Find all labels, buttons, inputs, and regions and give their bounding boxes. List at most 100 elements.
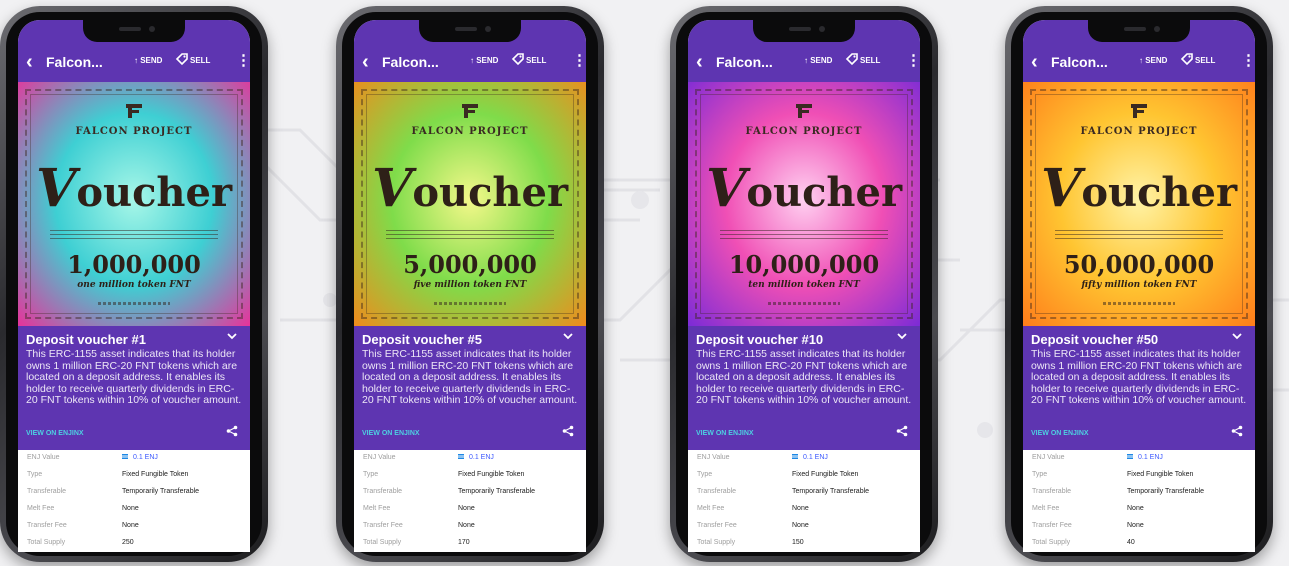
detail-label: Transferable — [697, 488, 737, 495]
voucher-fine-print — [50, 230, 218, 242]
camera — [1154, 26, 1160, 32]
token-info-panel: Deposit voucher #10 This ERC-1155 asset … — [688, 326, 920, 450]
app-title: Falcon... — [46, 54, 103, 70]
detail-label: Transfer Fee — [697, 522, 737, 529]
enj-coin-icon — [458, 454, 464, 459]
price-tag-icon[interactable] — [1180, 52, 1194, 66]
send-button[interactable]: ↑ SEND — [804, 56, 832, 65]
detail-row-enj-value: ENJ Value 0.1 ENJ — [18, 450, 250, 468]
voucher-word-rest: oucher — [1081, 169, 1238, 216]
voucher-word-initial: V — [705, 158, 747, 219]
detail-value: None — [458, 505, 475, 512]
voucher-footer — [434, 302, 506, 305]
detail-value: Fixed Fungible Token — [1127, 471, 1194, 478]
detail-row-transfer-fee: Transfer Fee None — [688, 518, 920, 536]
sell-button[interactable]: SELL — [860, 56, 880, 65]
speaker — [455, 27, 477, 31]
share-icon[interactable] — [896, 425, 908, 437]
send-button[interactable]: ↑ SEND — [1139, 56, 1167, 65]
price-tag-icon[interactable] — [511, 52, 525, 66]
token-details: ENJ Value 0.1 ENJ Type Fixed Fungible To… — [688, 450, 920, 552]
enj-value-text: 0.1 ENJ — [1138, 454, 1163, 461]
more-vertical-icon[interactable]: ⋮ — [906, 51, 920, 69]
detail-row-total-supply: Total Supply 150 — [688, 535, 920, 552]
detail-label: Total Supply — [697, 539, 736, 546]
voucher-amount: 50,000,000 — [1063, 250, 1215, 279]
detail-label: ENJ Value — [363, 454, 396, 461]
chevron-down-icon[interactable] — [226, 330, 238, 342]
voucher-word-rest: oucher — [76, 169, 233, 216]
detail-label: Total Supply — [1032, 539, 1071, 546]
phone-2: ‹ Falcon... ↑ SEND SELL ⋮ FALCON PROJECT… — [336, 6, 604, 562]
send-button[interactable]: ↑ SEND — [470, 56, 498, 65]
detail-value: None — [1127, 505, 1144, 512]
detail-row-transferable: Transferable Temporarily Transferable — [688, 484, 920, 502]
app-title: Falcon... — [716, 54, 773, 70]
detail-label: Type — [27, 471, 43, 478]
falcon-logo-icon — [126, 104, 142, 118]
view-on-enjinx-link[interactable]: VIEW ON ENJINX — [26, 430, 84, 437]
detail-row-melt-fee: Melt Fee None — [688, 501, 920, 519]
voucher-footer — [98, 302, 170, 305]
price-tag-icon[interactable] — [845, 52, 859, 66]
view-on-enjinx-link[interactable]: VIEW ON ENJINX — [362, 430, 420, 437]
enj-coin-icon — [792, 454, 798, 459]
enj-coin-icon — [122, 454, 128, 459]
detail-row-transfer-fee: Transfer Fee None — [18, 518, 250, 536]
arrow-back-icon[interactable]: ‹ — [1031, 52, 1038, 72]
detail-value: None — [458, 522, 475, 529]
voucher-image: FALCON PROJECT Voucher 5,000,000 five mi… — [354, 82, 586, 326]
voucher-word-rest: oucher — [746, 169, 903, 216]
sell-button[interactable]: SELL — [190, 56, 210, 65]
send-button[interactable]: ↑ SEND — [134, 56, 162, 65]
voucher-footer — [1103, 302, 1175, 305]
phone-screen: ‹ Falcon... ↑ SEND SELL ⋮ FALCON PROJECT… — [354, 20, 586, 552]
detail-label: ENJ Value — [697, 454, 730, 461]
detail-row-transfer-fee: Transfer Fee None — [354, 518, 586, 536]
detail-label: Type — [1032, 471, 1048, 478]
more-vertical-icon[interactable]: ⋮ — [1241, 51, 1255, 69]
token-name: Deposit voucher #10 — [696, 332, 824, 347]
detail-value: 250 — [122, 539, 134, 546]
more-vertical-icon[interactable]: ⋮ — [572, 51, 586, 69]
chevron-down-icon[interactable] — [1231, 330, 1243, 342]
detail-value: None — [122, 505, 139, 512]
sell-button[interactable]: SELL — [1195, 56, 1215, 65]
token-info-panel: Deposit voucher #1 This ERC-1155 asset i… — [18, 326, 250, 450]
share-icon[interactable] — [562, 425, 574, 437]
detail-label: Transferable — [363, 488, 403, 495]
share-icon[interactable] — [1231, 425, 1243, 437]
arrow-back-icon[interactable]: ‹ — [362, 52, 369, 72]
voucher-amount-text: five million token FNT — [413, 280, 527, 290]
view-on-enjinx-link[interactable]: VIEW ON ENJINX — [696, 430, 754, 437]
falcon-logo-icon — [1131, 104, 1147, 118]
detail-row-transferable: Transferable Temporarily Transferable — [18, 484, 250, 502]
arrow-back-icon[interactable]: ‹ — [696, 52, 703, 72]
view-on-enjinx-link[interactable]: VIEW ON ENJINX — [1031, 430, 1089, 437]
detail-label: Melt Fee — [697, 505, 725, 512]
token-name: Deposit voucher #1 — [26, 332, 146, 347]
voucher-word-rest: oucher — [412, 169, 569, 216]
detail-row-melt-fee: Melt Fee None — [18, 501, 250, 519]
chevron-down-icon[interactable] — [896, 330, 908, 342]
detail-label: Melt Fee — [1032, 505, 1060, 512]
detail-value: Fixed Fungible Token — [122, 471, 189, 478]
detail-value: Temporarily Transferable — [1127, 488, 1205, 495]
phone-notch — [83, 20, 185, 42]
phone-screen: ‹ Falcon... ↑ SEND SELL ⋮ FALCON PROJECT… — [1023, 20, 1255, 552]
voucher-amount: 1,000,000 — [67, 250, 201, 279]
speaker — [119, 27, 141, 31]
detail-row-transfer-fee: Transfer Fee None — [1023, 518, 1255, 536]
share-icon[interactable] — [226, 425, 238, 437]
voucher-amount-text: ten million token FNT — [748, 280, 860, 290]
price-tag-icon[interactable] — [175, 52, 189, 66]
detail-row-melt-fee: Melt Fee None — [354, 501, 586, 519]
token-info-panel: Deposit voucher #50 This ERC-1155 asset … — [1023, 326, 1255, 450]
chevron-down-icon[interactable] — [562, 330, 574, 342]
more-vertical-icon[interactable]: ⋮ — [236, 51, 250, 69]
speaker — [789, 27, 811, 31]
detail-row-enj-value: ENJ Value 0.1 ENJ — [688, 450, 920, 468]
arrow-back-icon[interactable]: ‹ — [26, 52, 33, 72]
sell-button[interactable]: SELL — [526, 56, 546, 65]
detail-value: Temporarily Transferable — [122, 488, 200, 495]
